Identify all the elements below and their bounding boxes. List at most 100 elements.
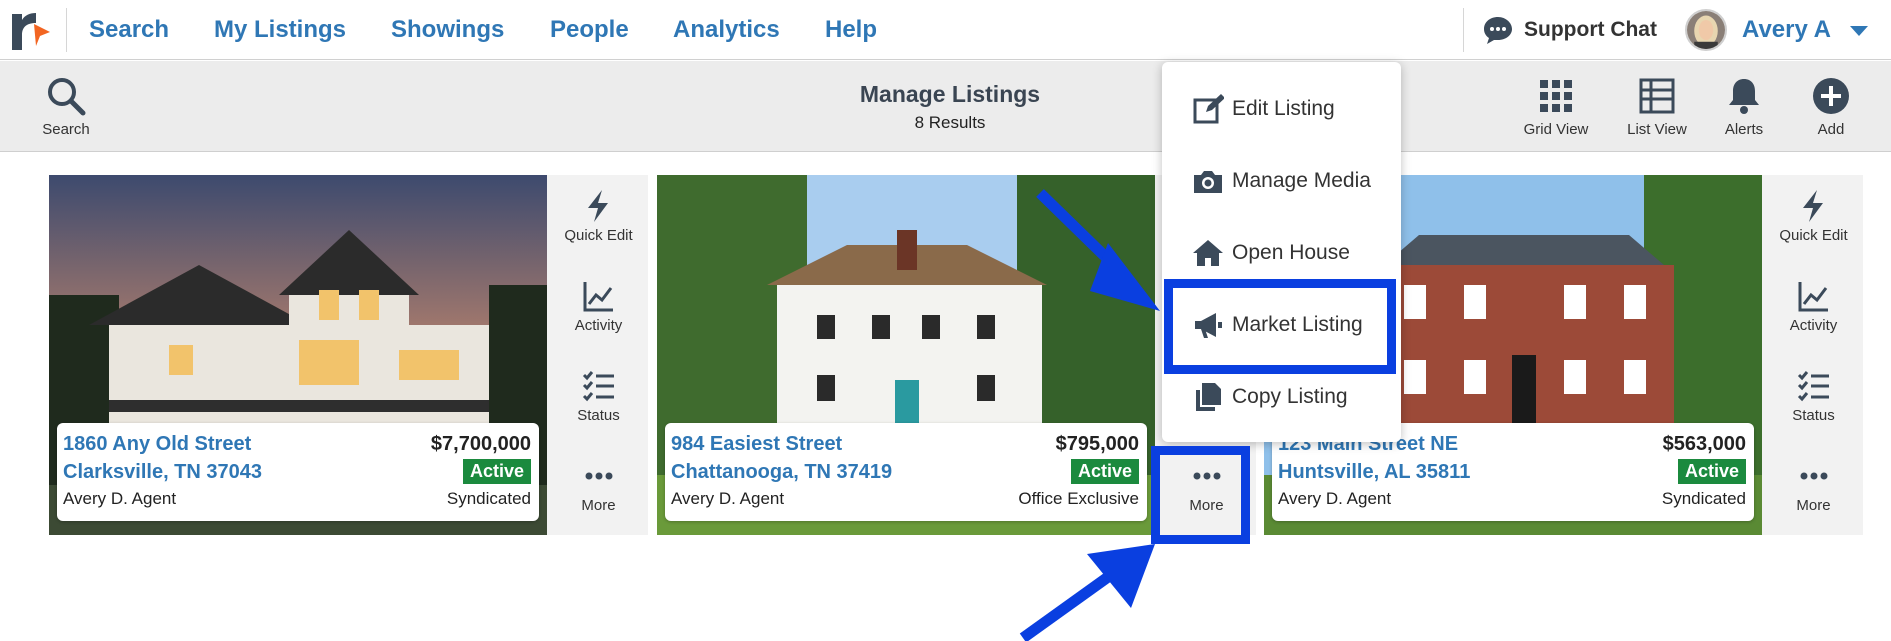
menu-manage-media[interactable]: Manage Media [1162, 154, 1401, 208]
lightning-icon [587, 190, 608, 222]
listing-agent: Avery D. Agent [1278, 489, 1392, 508]
activity-button[interactable]: Activity [549, 279, 648, 334]
arrow-icon [1019, 544, 1155, 641]
menu-open-house-label: Open House [1232, 241, 1350, 264]
listing-price: $795,000 [1055, 433, 1139, 455]
user-name[interactable]: Avery A [1742, 16, 1831, 44]
chevron-down-icon[interactable] [1850, 26, 1868, 36]
nav-search[interactable]: Search [89, 16, 169, 44]
list-view-button[interactable]: List View [1612, 75, 1702, 138]
top-navigation: Search My Listings Showings People Analy… [0, 0, 1891, 60]
list-view-label: List View [1627, 121, 1687, 138]
listing-actions-sidebar: Quick Edit Activity Status More [1764, 175, 1863, 535]
menu-copy-listing[interactable]: Copy Listing [1162, 370, 1401, 424]
nav-analytics[interactable]: Analytics [673, 16, 780, 44]
megaphone-icon [1195, 313, 1222, 338]
support-chat-button[interactable]: Support Chat [1482, 14, 1657, 46]
chart-line-icon [583, 282, 613, 312]
more-dots-icon [1800, 472, 1827, 480]
more-dots-icon [585, 472, 612, 480]
listing-agent: Avery D. Agent [63, 489, 177, 508]
list-icon [1639, 78, 1675, 114]
support-chat-label: Support Chat [1524, 18, 1657, 41]
toolbar-search-button[interactable]: Search [21, 75, 111, 138]
listing-address-line2[interactable]: Chattanooga, TN 37419 [671, 461, 892, 484]
listing-price: $563,000 [1662, 433, 1746, 455]
toolbar-search-label: Search [42, 121, 90, 138]
quick-edit-button[interactable]: Quick Edit [549, 189, 648, 244]
checklist-icon [582, 371, 614, 402]
alerts-button[interactable]: Alerts [1699, 75, 1789, 138]
status-label: Status [1792, 407, 1835, 424]
listing-address-line1[interactable]: 984 Easiest Street [671, 433, 842, 456]
activity-button[interactable]: Activity [1764, 279, 1863, 334]
listing-distribution: Office Exclusive [1018, 489, 1139, 508]
listing-address-line2[interactable]: Huntsville, AL 35811 [1278, 461, 1470, 484]
page-title: Manage Listings [859, 81, 1041, 107]
status-button[interactable]: Status [549, 369, 648, 424]
menu-copy-listing-label: Copy Listing [1232, 385, 1348, 408]
nav-help[interactable]: Help [825, 16, 877, 44]
edit-icon [1193, 94, 1224, 124]
grid-view-label: Grid View [1523, 121, 1589, 138]
listing-info-panel: 1860 Any Old Street Clarksville, TN 3704… [57, 423, 539, 521]
more-label: More [1796, 497, 1831, 514]
listing-distribution: Syndicated [446, 489, 531, 508]
camera-icon [1194, 171, 1222, 193]
bell-icon [1729, 79, 1759, 114]
grid-view-button[interactable]: Grid View [1511, 75, 1601, 138]
activity-label: Activity [574, 317, 623, 334]
menu-open-house[interactable]: Open House [1162, 226, 1401, 280]
plus-circle-icon [1813, 78, 1849, 114]
nav-divider [66, 8, 67, 52]
more-button[interactable]: More [1764, 459, 1863, 514]
quick-edit-label: Quick Edit [564, 227, 633, 244]
listing-distribution: Syndicated [1661, 489, 1746, 508]
lightning-icon [1802, 190, 1823, 222]
status-button[interactable]: Status [1764, 369, 1863, 424]
status-badge: Active [462, 459, 531, 484]
menu-market-listing-label: Market Listing [1232, 313, 1363, 336]
listing-actions-sidebar: Quick Edit Activity Status More [549, 175, 648, 535]
user-avatar[interactable] [1685, 9, 1727, 51]
activity-label: Activity [1789, 317, 1838, 334]
add-listing-button[interactable]: Add [1786, 75, 1876, 138]
listing-info-panel: 984 Easiest Street Chattanooga, TN 37419… [665, 423, 1147, 521]
listing-more-menu: Edit Listing Manage Media Open House Mar… [1162, 62, 1401, 442]
menu-market-listing[interactable]: Market Listing [1162, 298, 1401, 352]
search-icon [48, 78, 86, 116]
listing-card: 1860 Any Old Street Clarksville, TN 3704… [49, 175, 648, 535]
house-icon [1193, 240, 1223, 266]
status-label: Status [577, 407, 620, 424]
more-button[interactable]: More [1157, 459, 1256, 514]
listing-toolbar: Search Manage Listings 8 Results Grid Vi… [0, 61, 1891, 152]
menu-manage-media-label: Manage Media [1232, 169, 1371, 192]
results-count: 8 Results [914, 113, 986, 132]
listing-price: $7,700,000 [430, 433, 531, 455]
app-logo-icon[interactable] [6, 6, 54, 54]
nav-people[interactable]: People [550, 16, 629, 44]
listing-address-line1[interactable]: 1860 Any Old Street [63, 433, 251, 456]
chart-line-icon [1798, 282, 1828, 312]
status-badge: Active [1677, 459, 1746, 484]
more-dots-icon [1193, 472, 1220, 480]
status-badge: Active [1070, 459, 1139, 484]
copy-icon [1196, 383, 1221, 411]
quick-edit-label: Quick Edit [1779, 227, 1848, 244]
alerts-label: Alerts [1724, 121, 1764, 138]
nav-my-listings[interactable]: My Listings [214, 16, 346, 44]
more-button[interactable]: More [549, 459, 648, 514]
grid-icon [1540, 80, 1572, 112]
checklist-icon [1797, 371, 1829, 402]
listing-address-line2[interactable]: Clarksville, TN 37043 [63, 461, 262, 484]
nav-showings[interactable]: Showings [391, 16, 504, 44]
menu-edit-listing-label: Edit Listing [1232, 97, 1335, 120]
more-label: More [1189, 497, 1224, 514]
nav-divider [1463, 8, 1464, 52]
quick-edit-button[interactable]: Quick Edit [1764, 189, 1863, 244]
listing-agent: Avery D. Agent [671, 489, 785, 508]
menu-edit-listing[interactable]: Edit Listing [1162, 82, 1401, 136]
more-label: More [581, 497, 616, 514]
chat-bubble-icon [1484, 17, 1512, 44]
add-label: Add [1817, 121, 1845, 138]
